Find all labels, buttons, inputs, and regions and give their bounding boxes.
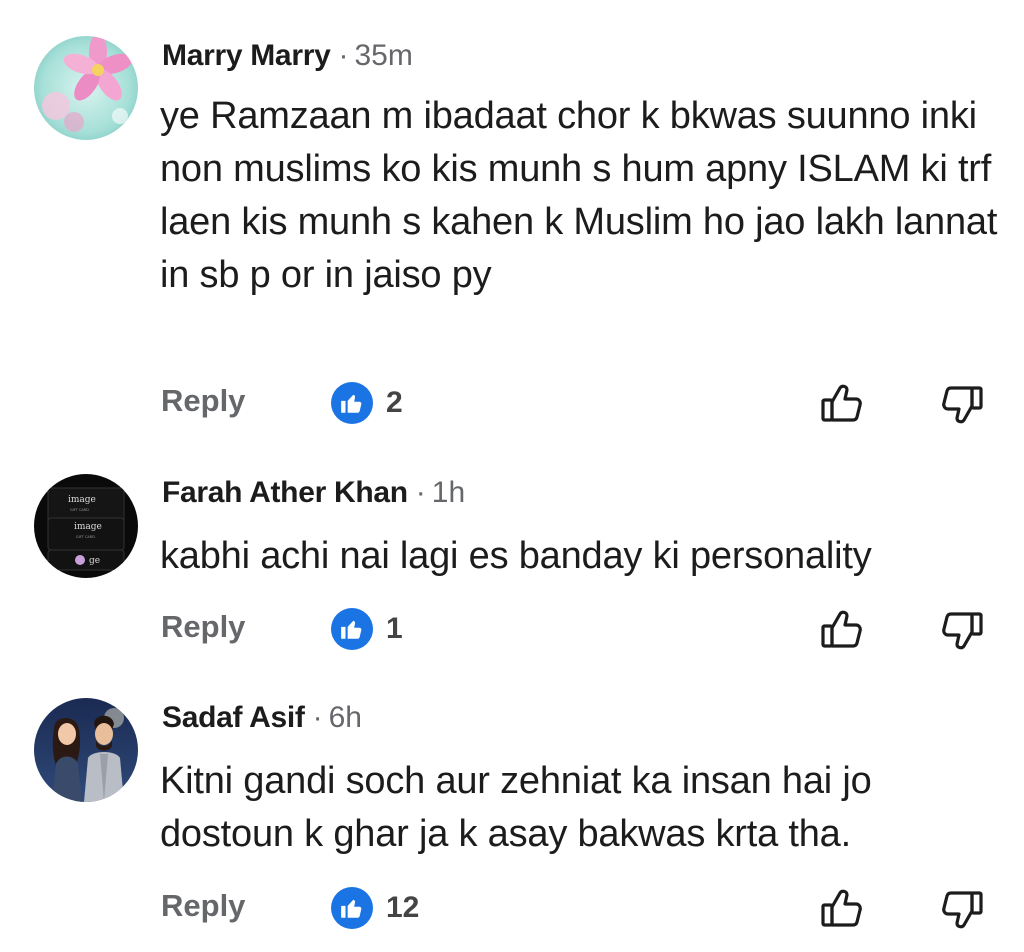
couple-illustration-avatar-icon: [34, 698, 138, 802]
thumbs-down-icon: [942, 891, 983, 929]
downvote-button[interactable]: [938, 885, 986, 933]
comment-text: Kitni gandi soch aur zehniat ka insan ha…: [160, 760, 872, 855]
like-count: 12: [386, 891, 420, 924]
author-name[interactable]: Sadaf Asif: [162, 701, 305, 734]
reply-button[interactable]: Reply: [161, 888, 245, 924]
comment-item: Sadaf Asif · 6h Kitni gandi soch aur zehni…: [0, 0, 1024, 952]
upvote-button[interactable]: [818, 885, 866, 933]
comment-time[interactable]: 6h: [329, 701, 362, 734]
thumbs-up-icon: [821, 889, 862, 927]
like-reaction-badge[interactable]: [331, 887, 373, 929]
avatar[interactable]: [34, 698, 138, 802]
comment-header: Sadaf Asif · 6h: [162, 700, 362, 736]
separator-dot: ·: [312, 701, 323, 734]
thumbs-up-filled-icon: [341, 899, 362, 918]
